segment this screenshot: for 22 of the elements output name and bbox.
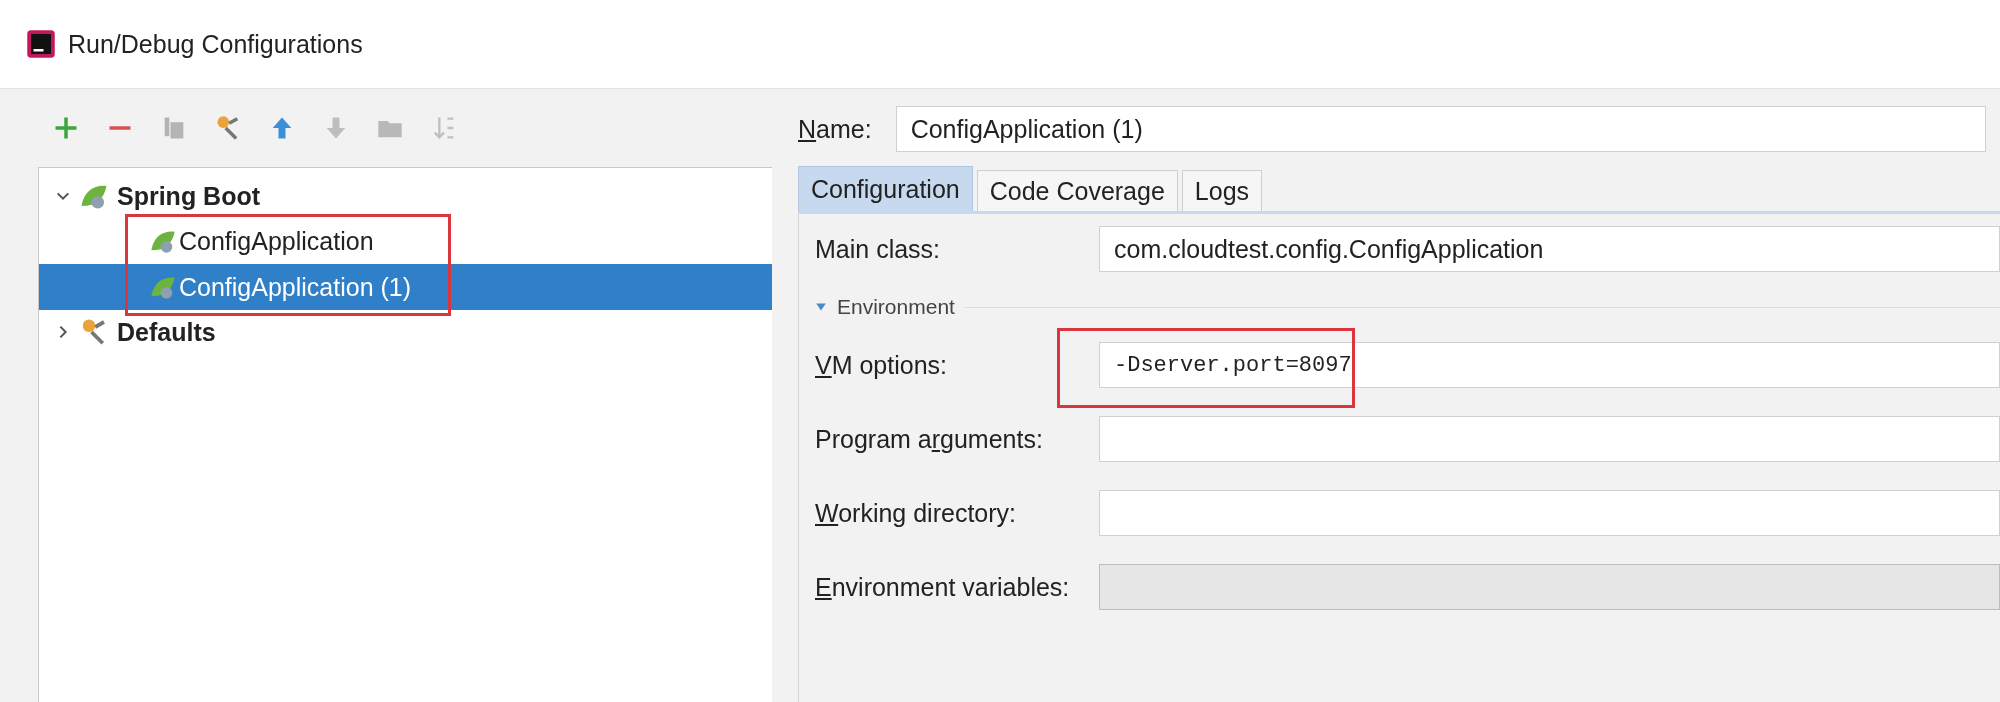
main-class-label: Main class: xyxy=(815,234,942,264)
text-field[interactable] xyxy=(1099,416,2000,462)
name-field[interactable]: ConfigApplication (1) xyxy=(895,106,1986,152)
tree-item[interactable]: ConfigApplication xyxy=(39,218,772,264)
field-label: Program arguments: xyxy=(815,424,1044,454)
tree-group-label[interactable]: Spring Boot xyxy=(117,181,261,211)
field-label: Working directory: xyxy=(815,498,1017,528)
tab[interactable]: Code Coverage xyxy=(976,170,1178,211)
section-label: Environment xyxy=(837,295,955,319)
tab[interactable]: Logs xyxy=(1181,170,1263,211)
field-label: Environment variables: xyxy=(815,572,1071,602)
main-class-field[interactable]: com.cloudtest.config.ConfigApplication xyxy=(1099,226,2000,272)
name-label: Name: xyxy=(798,114,872,144)
tree-item[interactable]: ConfigApplication (1) xyxy=(39,264,772,310)
tree-group-label[interactable]: Defaults xyxy=(117,317,216,347)
text-field[interactable]: -Dserver.port=8097 xyxy=(1099,342,2000,388)
window-title: Run/Debug Configurations xyxy=(68,29,363,59)
field-label: VM options: xyxy=(815,350,949,380)
text-field[interactable] xyxy=(1099,490,2000,536)
collapse-triangle-icon[interactable] xyxy=(815,301,827,313)
app-logo-icon xyxy=(26,29,56,59)
tab[interactable]: Configuration xyxy=(798,166,973,211)
